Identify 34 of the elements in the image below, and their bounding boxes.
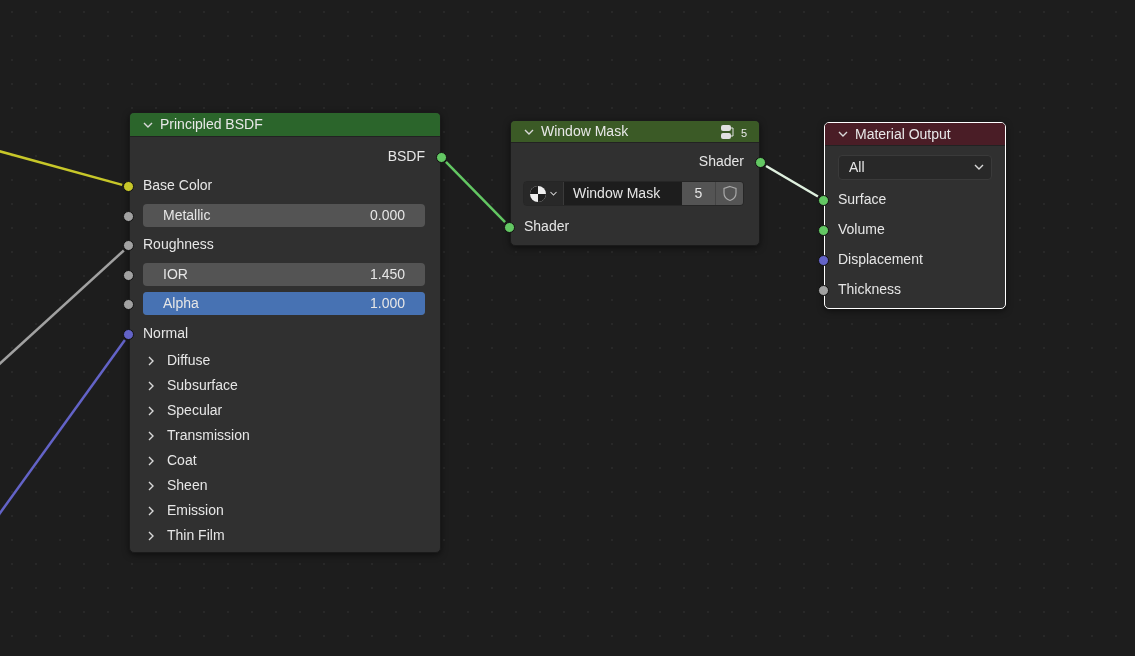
link-wire[interactable] bbox=[0, 148, 123, 187]
node-header[interactable]: Principled BSDF bbox=[130, 113, 440, 137]
user-count: 5 bbox=[740, 128, 747, 139]
node-header[interactable]: Material Output bbox=[825, 123, 1005, 146]
panel-label[interactable]: Specular bbox=[167, 400, 223, 421]
node-title: Material Output bbox=[855, 124, 952, 144]
node-card[interactable]: Principled BSDF BSDF Base Color Metallic 0.000 Roughness IOR 1.450 Alpha 1.000 Normal Diffuse Subsurface Specular Transmission Coat Sheen Emission Thin Film bbox=[129, 112, 441, 553]
slider-field[interactable]: Alpha 1.000 bbox=[143, 292, 425, 316]
panel-label[interactable]: Diffuse bbox=[167, 350, 211, 371]
panel-label[interactable]: Thin Film bbox=[167, 525, 225, 546]
panel-label[interactable]: Sheen bbox=[167, 475, 208, 496]
node-card[interactable]: Material Output All Surface Volume Displacement Thickness bbox=[824, 122, 1006, 309]
socket-label: Displacement bbox=[838, 249, 923, 269]
socket-label: Shader bbox=[524, 216, 570, 236]
panel-label[interactable]: Coat bbox=[167, 450, 197, 471]
socket-label: Shader bbox=[698, 152, 744, 171]
panel-label[interactable]: Transmission bbox=[167, 425, 250, 446]
number-field[interactable]: IOR 1.450 bbox=[143, 262, 425, 286]
slider-field[interactable]: Metallic 0.000 bbox=[143, 203, 425, 227]
node-header[interactable]: Window Mask 5 bbox=[511, 121, 759, 143]
socket-label: BSDF bbox=[387, 146, 425, 166]
socket-label: Base Color bbox=[143, 176, 213, 196]
socket-label: Surface bbox=[838, 189, 887, 209]
link-wire[interactable] bbox=[445, 161, 506, 223]
socket-label: Roughness bbox=[143, 235, 214, 255]
node-group-icon bbox=[718, 123, 735, 140]
panel-label[interactable]: Subsurface bbox=[167, 375, 238, 396]
node-title: Window Mask bbox=[541, 122, 630, 141]
socket-label: Normal bbox=[143, 323, 189, 343]
node-title: Principled BSDF bbox=[160, 115, 264, 134]
socket-label: Thickness bbox=[838, 279, 902, 299]
socket-label: Volume bbox=[838, 219, 885, 239]
panel-label[interactable]: Emission bbox=[167, 500, 224, 521]
dropdown-field[interactable]: All bbox=[838, 154, 992, 180]
